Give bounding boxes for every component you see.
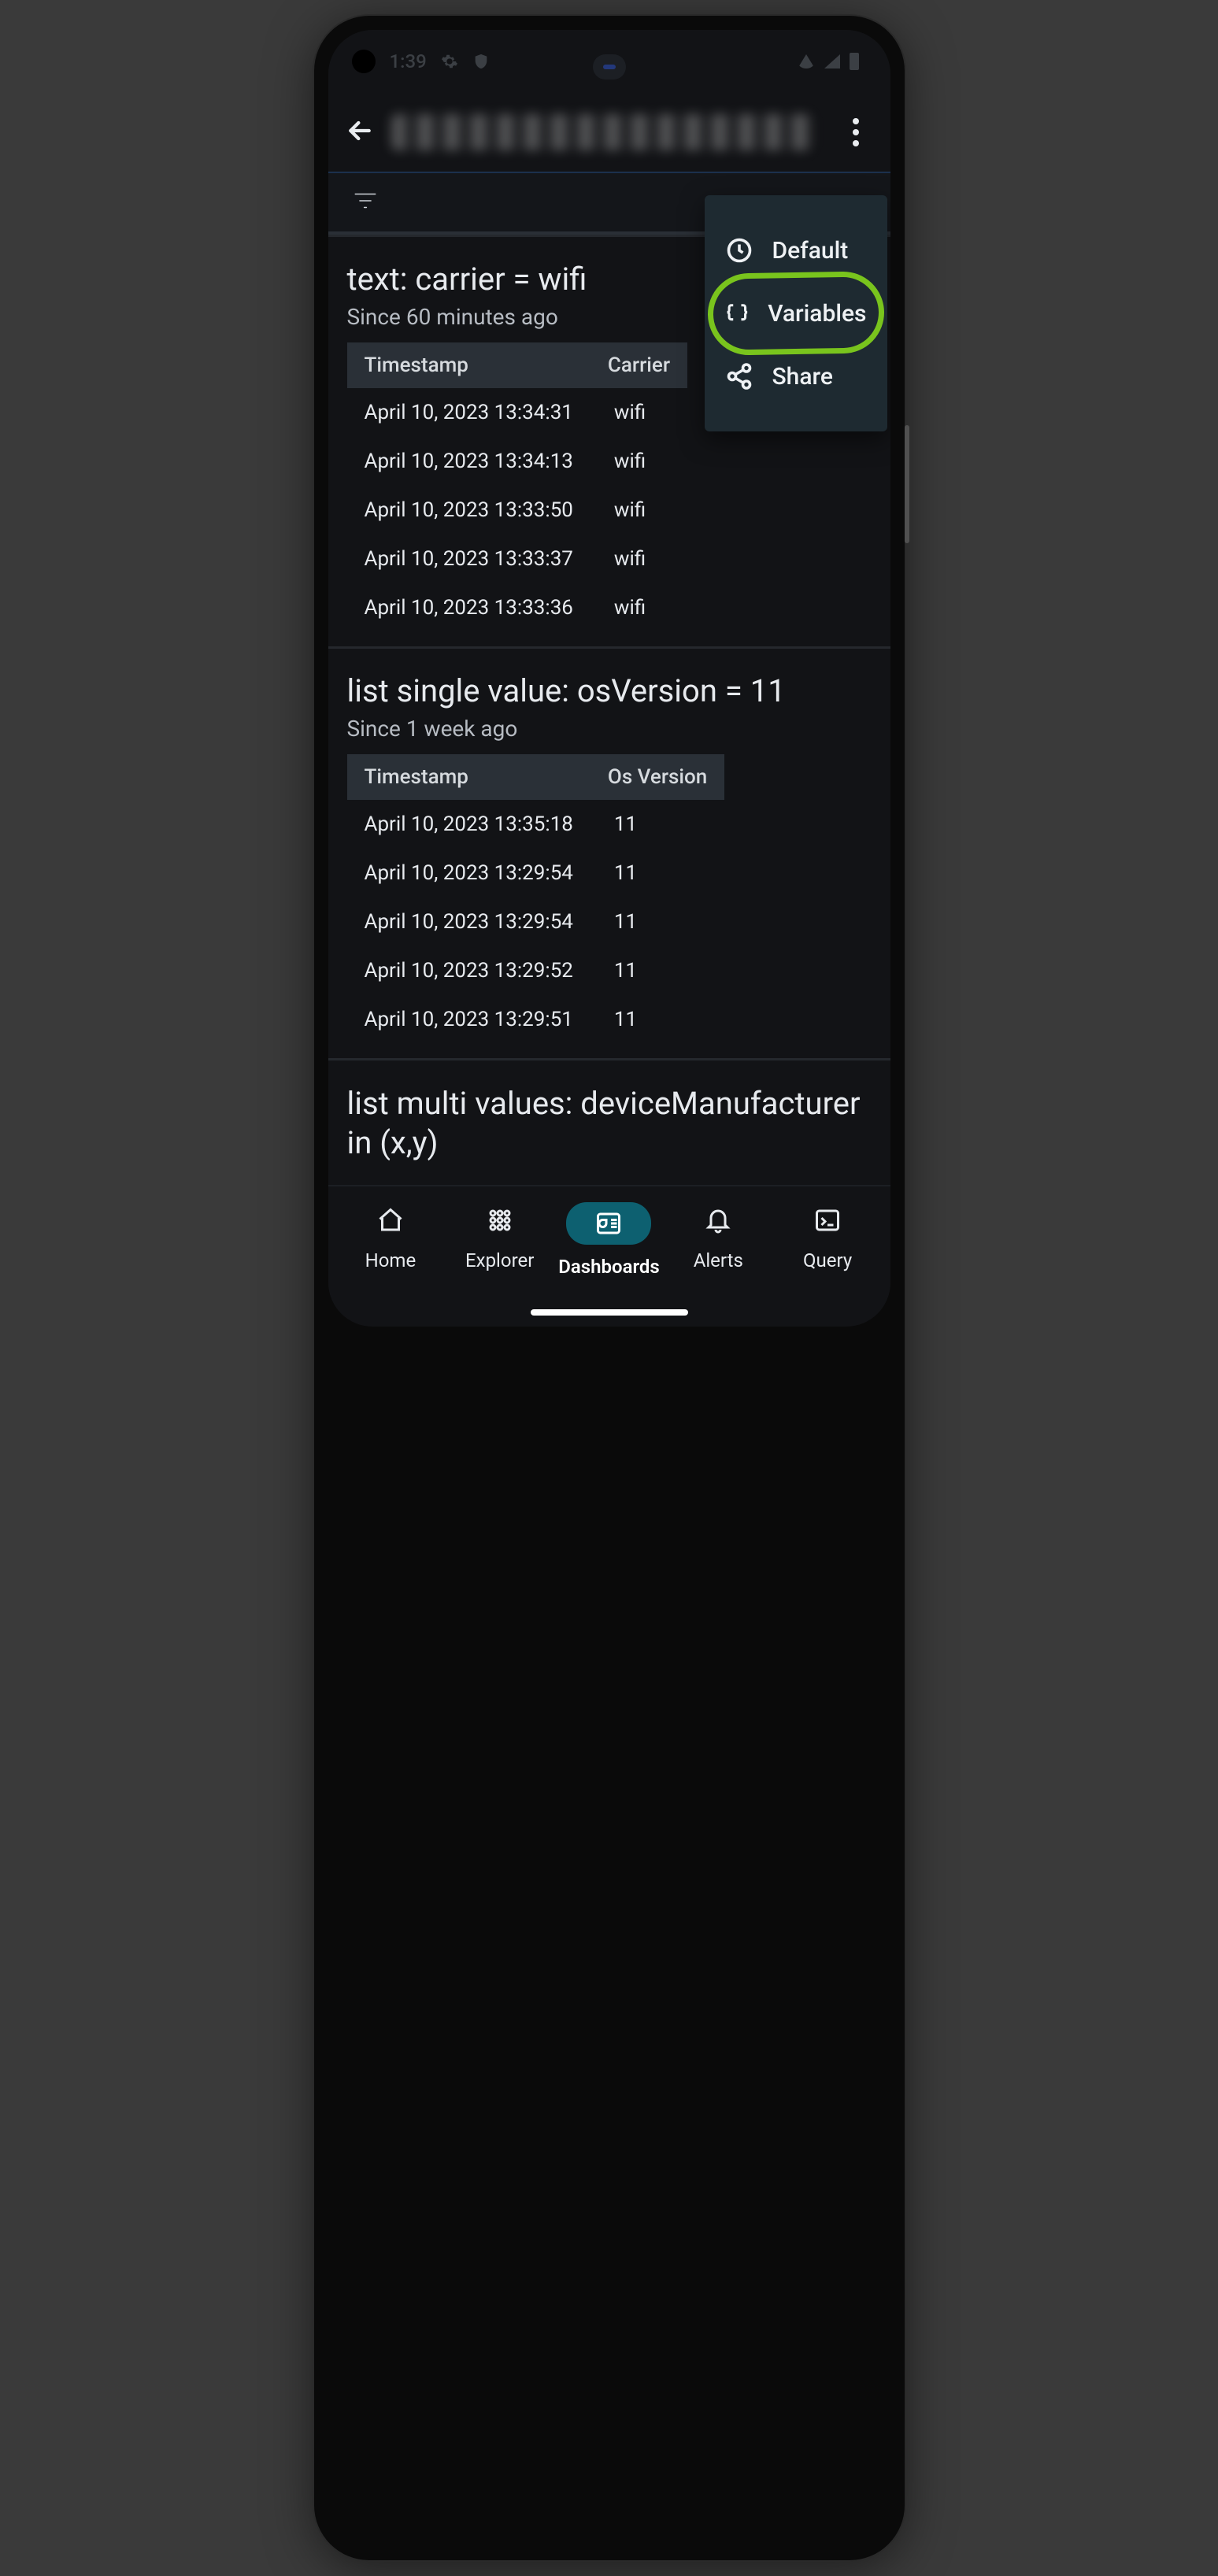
column-header: Os Version [590, 754, 724, 800]
column-header: Timestamp [347, 342, 590, 388]
nav-label: Dashboards [558, 1256, 660, 1278]
table-header-row: Timestamp Os Version [347, 754, 725, 800]
wifi-icon [798, 54, 815, 68]
table-row: April 10, 2023 13:35:1811 [347, 800, 725, 849]
nav-home[interactable]: Home [336, 1202, 446, 1271]
dashboard-widget: list multi values: deviceManufacturer in… [328, 1058, 890, 1163]
table-row: April 10, 2023 13:33:50wifi [347, 486, 688, 535]
bell-icon [694, 1202, 742, 1238]
nav-alerts[interactable]: Alerts [664, 1202, 773, 1271]
shield-icon [472, 53, 490, 70]
widget-title: list multi values: deviceManufacturer in… [347, 1084, 872, 1163]
home-icon [366, 1202, 415, 1238]
phone-frame: 1:39 [314, 16, 905, 2560]
nav-label: Explorer [465, 1249, 534, 1271]
nav-label: Alerts [694, 1249, 743, 1271]
menu-item-variables[interactable]: Variables [705, 282, 887, 345]
status-time: 1:39 [390, 50, 427, 72]
terminal-icon [803, 1202, 852, 1238]
nav-dashboards[interactable]: Dashboards [554, 1202, 664, 1278]
app-bar [328, 93, 890, 172]
widget-table: Timestamp Carrier April 10, 2023 13:34:3… [347, 342, 688, 632]
overflow-menu: Default Variables Share [705, 195, 887, 431]
back-button[interactable] [344, 115, 376, 150]
menu-item-label: Share [772, 363, 833, 390]
nav-explorer[interactable]: Explorer [445, 1202, 554, 1271]
menu-item-default[interactable]: Default [705, 219, 887, 282]
bottom-nav: Home Explorer Dashboards Alerts [328, 1185, 890, 1309]
cellular-icon [824, 54, 840, 68]
table-row: April 10, 2023 13:29:5111 [347, 995, 725, 1044]
nav-label: Home [365, 1249, 416, 1271]
table-header-row: Timestamp Carrier [347, 342, 688, 388]
widget-subtitle: Since 1 week ago [347, 716, 872, 742]
menu-item-label: Default [772, 237, 849, 265]
table-row: April 10, 2023 13:29:5411 [347, 849, 725, 898]
column-header: Timestamp [347, 754, 590, 800]
gesture-bar[interactable] [531, 1309, 688, 1316]
page-title [391, 114, 813, 150]
phone-side-button [905, 425, 909, 543]
sensor-pill [593, 54, 626, 80]
dashboard-widget: list single value: osVersion = 11 Since … [328, 646, 890, 1058]
gear-icon [441, 53, 458, 70]
phone-screen: 1:39 [328, 30, 890, 1327]
filter-icon[interactable] [352, 187, 379, 217]
camera-hole [352, 50, 376, 73]
table-row: April 10, 2023 13:29:5211 [347, 946, 725, 995]
grid-icon [476, 1202, 524, 1238]
table-row: April 10, 2023 13:29:5411 [347, 898, 725, 946]
nav-label: Query [803, 1249, 852, 1271]
status-bar: 1:39 [328, 30, 890, 93]
table-row: April 10, 2023 13:33:37wifi [347, 535, 688, 583]
menu-item-label: Variables [768, 300, 866, 328]
table-row: April 10, 2023 13:33:36wifi [347, 583, 688, 632]
overflow-menu-button[interactable] [845, 110, 867, 154]
table-row: April 10, 2023 13:34:13wifi [347, 437, 688, 486]
widget-title: list single value: osVersion = 11 [347, 672, 872, 709]
nav-query[interactable]: Query [773, 1202, 883, 1271]
table-row: April 10, 2023 13:34:31wifi [347, 388, 688, 437]
dashboard-icon [566, 1202, 651, 1245]
battery-icon [850, 53, 859, 70]
menu-item-share[interactable]: Share [705, 345, 887, 408]
dashboard-content: Default Variables Share text: carrier = … [328, 235, 890, 1185]
column-header: Carrier [590, 342, 687, 388]
widget-table: Timestamp Os Version April 10, 2023 13:3… [347, 754, 725, 1044]
